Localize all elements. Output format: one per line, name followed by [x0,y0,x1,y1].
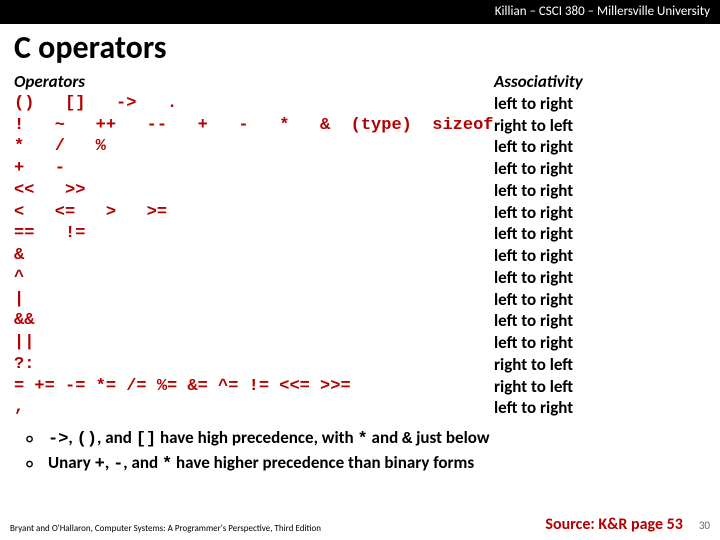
table-row: &&left to right [14,310,706,332]
table-row: ,left to right [14,397,706,419]
bullet-item: ○ ->, (), and [] have high precedence, w… [26,427,706,452]
ops-cell: * / % [14,136,494,158]
assoc-cell: left to right [494,245,706,267]
table-row: () [] -> .left to right [14,93,706,115]
ops-cell: ^ [14,267,494,289]
assoc-cell: left to right [494,223,706,245]
assoc-cell: right to left [494,354,706,376]
table-row: = += -= *= /= %= &= ^= != <<= >>=right t… [14,376,706,398]
assoc-cell: left to right [494,267,706,289]
ops-cell: () [] -> . [14,93,494,115]
table-row: ||left to right [14,332,706,354]
table-row: ^left to right [14,267,706,289]
table-row: + -left to right [14,158,706,180]
bullet-item: ○ Unary +, -, and * have higher preceden… [26,452,706,477]
table-row: &left to right [14,245,706,267]
ops-cell: ! ~ ++ -- + - * & (type) sizeof [14,115,494,137]
col-header-operators: Operators [14,71,494,93]
bullet-icon: ○ [26,431,48,449]
table-row: == !=left to right [14,223,706,245]
ops-cell: ?: [14,354,494,376]
assoc-cell: left to right [494,397,706,419]
bullet-icon: ○ [26,456,48,474]
assoc-cell: left to right [494,202,706,224]
page-number: 30 [699,519,710,532]
table-row: ! ~ ++ -- + - * & (type) sizeofright to … [14,115,706,137]
ops-cell: | [14,289,494,311]
table-row: ?:right to left [14,354,706,376]
ops-cell: || [14,332,494,354]
ops-cell: & [14,245,494,267]
assoc-cell: left to right [494,136,706,158]
assoc-cell: left to right [494,180,706,202]
footer: Bryant and O'Hallaron, Computer Systems:… [0,515,720,534]
assoc-cell: left to right [494,289,706,311]
assoc-cell: left to right [494,158,706,180]
bullet-list: ○ ->, (), and [] have high precedence, w… [0,419,720,477]
assoc-cell: left to right [494,93,706,115]
footer-source: Source: K&R page 53 [545,515,682,534]
footer-citation: Bryant and O'Hallaron, Computer Systems:… [10,523,321,534]
operators-table: Operators Associativity () [] -> .left t… [0,71,720,419]
table-row: * / %left to right [14,136,706,158]
bullet-text: Unary +, -, and * have higher precedence… [48,452,474,477]
bullet-text: ->, (), and [] have high precedence, wit… [48,427,490,452]
ops-cell: == != [14,223,494,245]
table-header-row: Operators Associativity [14,71,706,93]
table-row: << >>left to right [14,180,706,202]
assoc-cell: left to right [494,310,706,332]
ops-cell: = += -= *= /= %= &= ^= != <<= >>= [14,376,494,398]
ops-cell: && [14,310,494,332]
col-header-associativity: Associativity [494,71,706,93]
assoc-cell: left to right [494,332,706,354]
table-row: |left to right [14,289,706,311]
ops-cell: < <= > >= [14,202,494,224]
page-title: C operators [0,24,720,71]
assoc-cell: right to left [494,115,706,137]
ops-cell: + - [14,158,494,180]
ops-cell: , [14,397,494,419]
course-header: Killian – CSCI 380 – Millersville Univer… [0,0,720,24]
assoc-cell: right to left [494,376,706,398]
table-row: < <= > >=left to right [14,202,706,224]
ops-cell: << >> [14,180,494,202]
